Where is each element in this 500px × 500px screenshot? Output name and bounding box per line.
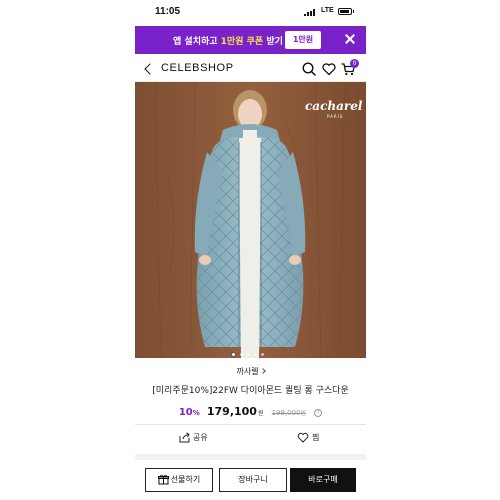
- gift-icon: [157, 474, 169, 485]
- app-install-banner[interactable]: 앱 설치하고 1만원 쿠폰 받기 1만원: [135, 26, 366, 54]
- original-price: 199,000: [271, 409, 301, 417]
- add-to-cart-button[interactable]: 장바구니: [219, 468, 287, 492]
- chevron-right-icon: [259, 368, 266, 374]
- signal-icon: [304, 9, 318, 16]
- promo-text-prefix: 앱 설치하고: [173, 37, 221, 47]
- coupon-button[interactable]: 1만원: [285, 31, 321, 49]
- status-bar: 11:05 LTE: [135, 0, 366, 24]
- heart-icon[interactable]: [321, 61, 337, 77]
- search-icon[interactable]: [301, 61, 317, 77]
- app-screen: 11:05 LTE 앱 설치하고 1만원 쿠폰 받기 1만원 CELEBSHOP…: [135, 0, 366, 500]
- brand-logo-text: cacharel: [305, 99, 363, 113]
- carousel-dot[interactable]: [247, 353, 250, 356]
- product-brand-link[interactable]: 까사렐: [135, 366, 366, 377]
- promo-text: 앱 설치하고 1만원 쿠폰 받기: [173, 34, 283, 47]
- shop-logo[interactable]: CELEBSHOP: [161, 62, 234, 74]
- share-label: 공유: [193, 433, 208, 442]
- share-button[interactable]: 공유: [179, 432, 208, 443]
- promo-text-suffix: 받기: [263, 37, 283, 47]
- carousel-dot[interactable]: [254, 353, 257, 356]
- gift-label: 선물하기: [170, 475, 201, 484]
- price-row: 10% 179,100원 199,000원 ?: [135, 400, 366, 419]
- section-divider: [135, 454, 366, 460]
- product-title: [미리주문10%]22FW 다이아몬드 퀼팅 롱 구스다운: [152, 386, 349, 396]
- buy-now-button[interactable]: 바로구매: [290, 468, 356, 492]
- carousel-dot[interactable]: [231, 352, 236, 357]
- gift-button[interactable]: 선물하기: [145, 468, 213, 492]
- sale-price-currency: 원: [257, 410, 264, 417]
- wishlist-button[interactable]: 찜: [297, 432, 319, 443]
- price-info-icon[interactable]: ?: [314, 409, 323, 417]
- carousel-dot[interactable]: [240, 353, 243, 356]
- like-label: 찜: [312, 433, 320, 442]
- back-icon[interactable]: [143, 62, 155, 76]
- bottom-action-bar: 선물하기 장바구니 바로구매: [135, 466, 366, 494]
- carousel-dots[interactable]: [231, 344, 268, 357]
- share-icon: [179, 432, 190, 443]
- battery-icon: [338, 8, 354, 15]
- heart-outline-icon: [297, 432, 309, 443]
- cart-count-badge: 0: [350, 59, 359, 68]
- original-price-currency: 원: [300, 410, 307, 417]
- top-nav: CELEBSHOP 0: [135, 56, 366, 82]
- status-time: 11:05: [155, 6, 181, 17]
- discount-unit: %: [192, 409, 200, 417]
- discount-value: 10: [178, 407, 193, 418]
- product-image[interactable]: cacharel PARIS: [135, 82, 366, 358]
- sale-price: 179,100: [206, 405, 257, 418]
- divider: [135, 424, 366, 425]
- promo-text-highlight: 1만원 쿠폰: [220, 37, 264, 47]
- discount-rate: 10%: [179, 407, 200, 418]
- brand-logo-subtext: PARIS: [327, 114, 344, 119]
- carousel-dot[interactable]: [261, 353, 264, 356]
- model-photo: [135, 82, 366, 358]
- network-label: LTE: [321, 7, 334, 14]
- product-brand: 까사렐: [236, 367, 259, 376]
- close-icon[interactable]: [343, 32, 357, 46]
